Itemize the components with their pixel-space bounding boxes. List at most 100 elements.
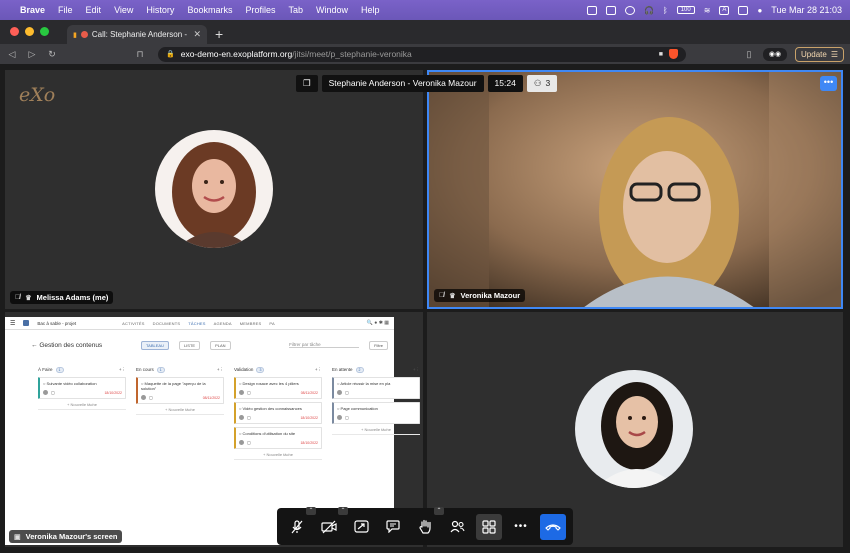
task-card-date: 18/10/2022 (104, 390, 122, 395)
tile-more-options-button[interactable]: ••• (820, 76, 837, 91)
task-column-header: En attente 2 +⋮ (332, 365, 420, 374)
shared-nav-tasks: TÂCHES (188, 320, 206, 326)
video-feed-veronika (429, 72, 841, 307)
share-screen-button[interactable] (348, 514, 374, 540)
address-bar[interactable]: 🔒 exo-demo-en.exoplatform.org/jitsi/meet… (158, 46, 686, 62)
project-icon (23, 320, 30, 326)
assignee-avatar (141, 395, 146, 400)
more-actions-button[interactable]: ••• (508, 514, 534, 540)
add-task-icon: +⋮ (314, 366, 322, 372)
reactions-chevron-icon[interactable]: ⌃ (434, 506, 444, 515)
task-column-count: 1 (156, 366, 165, 373)
menu-tab[interactable]: Tab (288, 5, 303, 15)
shared-app-bar: ☰ Bac à sable - projet ACTIVITÉS DOCUMEN… (5, 317, 394, 330)
menu-file[interactable]: File (58, 5, 73, 15)
assignee-avatar (337, 390, 342, 395)
task-card-title: ○ Conditions d'utilisation du site (239, 431, 296, 436)
avatar-melissa (155, 130, 273, 248)
leave-meeting-button[interactable] (540, 513, 566, 540)
window-controls (0, 27, 59, 44)
brave-shield-icon[interactable] (669, 49, 678, 59)
task-card-title: ○ Vidéo gestion des connaissances (239, 406, 302, 411)
add-task-link: + Nouvelle tâche (234, 452, 322, 460)
meeting-stage: eXo 🎙̸ ♛ Melissa Adams (me) ••• 🎙̸ ♛ Ver… (0, 64, 850, 553)
record-icon[interactable] (624, 5, 635, 15)
browser-tab-active[interactable]: ▮ Call: Stephanie Anderson - V ✕ (67, 25, 207, 44)
battery-icon[interactable]: 100 (676, 6, 695, 14)
menu-history[interactable]: History (146, 5, 174, 15)
minimize-window-button[interactable] (25, 27, 34, 36)
meeting-timer: 15:24 (487, 74, 523, 92)
task-card-date: 18/10/2022 (300, 415, 318, 420)
update-button[interactable]: Update ☰ (795, 46, 844, 62)
open-chat-button[interactable] (380, 514, 406, 540)
participant-name: Veronika Mazour (460, 291, 521, 300)
more-dots-icon: ••• (514, 521, 528, 532)
menu-app-name[interactable]: Brave (20, 5, 45, 15)
window-manager-icon[interactable] (586, 5, 597, 15)
task-card: ○ Conditions d'utilisation du site ▢ 18/10… (234, 427, 322, 449)
moderator-crown-icon: ♛ (449, 292, 456, 300)
font-icon[interactable] (605, 5, 616, 15)
assignee-avatar (43, 390, 48, 395)
menu-help[interactable]: Help (361, 5, 380, 15)
task-column: En cours 1 +⋮ ○ Maquette de la page "aperçu… (136, 365, 224, 460)
audio-settings-chevron-icon[interactable]: ⌃ (306, 506, 316, 515)
back-icon[interactable]: ◁ (6, 49, 18, 60)
new-tab-button[interactable]: + (215, 26, 223, 42)
task-column-header: À Faire 1 +⋮ (38, 365, 126, 374)
hang-up-icon (545, 523, 561, 531)
reload-icon[interactable]: ↻ (46, 49, 58, 60)
control-center-icon[interactable] (738, 5, 749, 15)
copy-invite-icon[interactable]: ❐ (296, 74, 318, 92)
headphones-icon[interactable]: 🎧 (644, 6, 654, 15)
menu-icon: ☰ (10, 320, 16, 327)
name-tag-screen-share: ▣ Veronika Mazour's screen (9, 530, 123, 543)
name-tag-veronika: 🎙̸ ♛ Veronika Mazour (434, 289, 526, 302)
camera-indicator-icon[interactable]: ■ (659, 51, 663, 58)
shared-nav-more: PA (269, 320, 275, 326)
shared-view-list: LISTE (178, 340, 201, 350)
participant-name: Melissa Adams (me) (36, 293, 109, 302)
close-tab-icon[interactable]: ✕ (193, 29, 201, 40)
task-card-date: 08/11/2022 (300, 390, 318, 395)
participant-tile-melissa[interactable]: eXo 🎙̸ ♛ Melissa Adams (me) (5, 70, 423, 309)
video-settings-chevron-icon[interactable]: ⌃ (338, 506, 348, 515)
raise-hand-button[interactable]: ⌃ (412, 506, 444, 540)
comment-icon: ▢ (247, 440, 251, 445)
task-card-title: ○ Page communication (337, 406, 378, 411)
task-card-date: 18/10/2022 (300, 440, 318, 445)
moderator-crown-icon: ♛ (25, 294, 32, 302)
siri-icon[interactable]: ● (757, 6, 762, 15)
add-task-link: + Nouvelle tâche (332, 427, 420, 435)
camera-off-icon (321, 520, 337, 533)
assignee-avatar (239, 440, 244, 445)
participant-tile-veronika[interactable]: ••• 🎙̸ ♛ Veronika Mazour (427, 70, 843, 309)
menu-view[interactable]: View (114, 5, 133, 15)
participants-button[interactable] (444, 514, 470, 540)
private-window-icon[interactable]: ◉◉ (763, 47, 788, 61)
add-task-icon: +⋮ (118, 366, 126, 372)
bookmark-icon[interactable]: ⊓ (134, 49, 146, 60)
toggle-microphone-button[interactable]: ⌃ (284, 506, 316, 540)
bluetooth-icon[interactable]: ᛒ (663, 6, 668, 15)
menu-window[interactable]: Window (316, 5, 348, 15)
participant-count-badge[interactable]: ⚇ 3 (526, 74, 558, 92)
exo-logo: eXo (19, 84, 56, 106)
menu-profiles[interactable]: Profiles (245, 5, 275, 15)
menu-clock[interactable]: Tue Mar 28 21:03 (771, 5, 842, 15)
forward-icon[interactable]: ▷ (26, 49, 38, 60)
task-column-count: 1 (55, 366, 64, 373)
sidebar-icon[interactable]: ▯ (743, 49, 755, 60)
zoom-window-button[interactable] (40, 27, 49, 36)
wifi-icon[interactable]: ≋ (704, 6, 711, 15)
comment-icon: ▢ (345, 415, 349, 420)
task-column-count: 3 (256, 366, 265, 373)
menu-bookmarks[interactable]: Bookmarks (187, 5, 232, 15)
url-host: exo-demo-en.exoplatform.org (180, 49, 293, 59)
close-window-button[interactable] (10, 27, 19, 36)
toggle-camera-button[interactable]: ⌃ (316, 506, 348, 540)
tile-view-button[interactable] (476, 513, 502, 540)
menu-edit[interactable]: Edit (86, 5, 102, 15)
input-source-icon[interactable]: A (719, 5, 730, 15)
